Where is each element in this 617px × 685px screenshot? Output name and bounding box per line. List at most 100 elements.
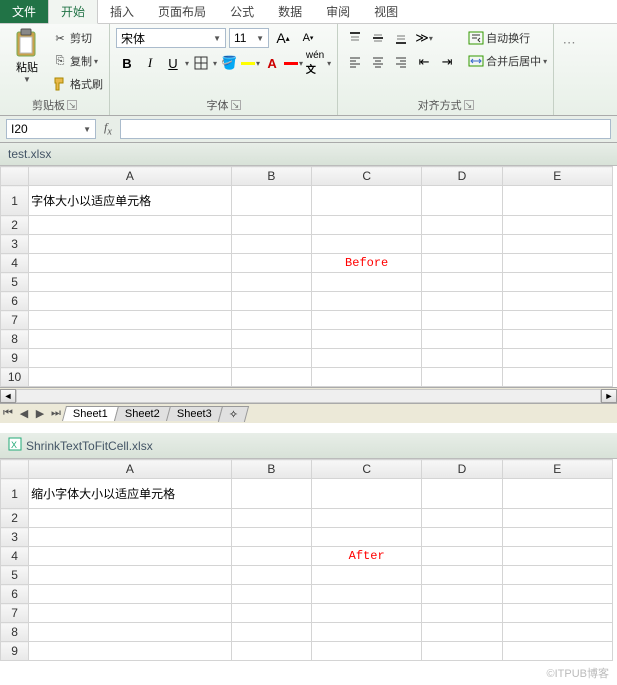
cell[interactable] — [422, 254, 502, 273]
cell[interactable] — [311, 349, 421, 368]
cell[interactable] — [231, 479, 311, 509]
italic-button[interactable]: I — [139, 52, 161, 74]
cell[interactable] — [311, 273, 421, 292]
tab-nav-prev[interactable]: ◀ — [16, 407, 32, 420]
cell[interactable] — [502, 235, 612, 254]
cell[interactable] — [422, 235, 502, 254]
cell[interactable] — [502, 604, 612, 623]
cell[interactable] — [29, 566, 232, 585]
cell[interactable] — [311, 528, 421, 547]
font-launcher-icon[interactable]: ↘ — [231, 100, 241, 110]
number-format-button[interactable]: ⋯ — [560, 32, 578, 54]
cell[interactable] — [231, 330, 311, 349]
cell[interactable] — [422, 604, 502, 623]
cell[interactable] — [502, 273, 612, 292]
cell[interactable] — [502, 186, 612, 216]
row-header[interactable]: 5 — [1, 273, 29, 292]
row-header[interactable]: 4 — [1, 254, 29, 273]
paste-dropdown-icon[interactable]: ▼ — [23, 75, 31, 84]
cell[interactable] — [29, 254, 232, 273]
col-header[interactable]: E — [502, 167, 612, 186]
cell[interactable] — [231, 509, 311, 528]
cell[interactable] — [502, 349, 612, 368]
cell[interactable] — [29, 623, 232, 642]
cell[interactable] — [231, 235, 311, 254]
cell[interactable] — [29, 235, 232, 254]
tab-layout[interactable]: 页面布局 — [146, 0, 218, 23]
row-header[interactable]: 8 — [1, 330, 29, 349]
cell[interactable] — [422, 547, 502, 566]
cell[interactable] — [422, 330, 502, 349]
tab-nav-next[interactable]: ▶ — [32, 407, 48, 420]
cell[interactable] — [502, 547, 612, 566]
cell[interactable] — [231, 216, 311, 235]
decrease-indent-button[interactable]: ⇤ — [413, 51, 435, 73]
align-bottom-button[interactable] — [390, 27, 412, 49]
cell[interactable] — [502, 254, 612, 273]
cell[interactable] — [502, 368, 612, 387]
wrap-text-button[interactable]: 自动换行 — [468, 27, 547, 49]
tab-file[interactable]: 文件 — [0, 0, 48, 23]
sheet-tab-3[interactable]: Sheet3 — [166, 406, 223, 421]
increase-indent-button[interactable]: ⇥ — [436, 51, 458, 73]
copy-button[interactable]: ⎘ 复制▾ — [52, 50, 103, 72]
col-header[interactable]: D — [422, 167, 502, 186]
align-middle-button[interactable] — [367, 27, 389, 49]
cell[interactable] — [231, 547, 311, 566]
tab-insert[interactable]: 插入 — [98, 0, 146, 23]
cell[interactable] — [29, 528, 232, 547]
formula-bar[interactable] — [120, 119, 611, 139]
increase-font-button[interactable]: A▴ — [272, 27, 294, 49]
align-launcher-icon[interactable]: ↘ — [464, 100, 474, 110]
cell[interactable] — [422, 311, 502, 330]
font-size-select[interactable]: 11▼ — [229, 28, 269, 48]
row-header[interactable]: 1 — [1, 479, 29, 509]
cell[interactable] — [231, 254, 311, 273]
col-header[interactable]: B — [231, 460, 311, 479]
row-header[interactable]: 2 — [1, 216, 29, 235]
row-header[interactable]: 9 — [1, 642, 29, 661]
select-all-corner[interactable] — [1, 460, 29, 479]
border-button[interactable] — [190, 52, 212, 74]
cell[interactable] — [502, 528, 612, 547]
cell[interactable] — [422, 509, 502, 528]
cell[interactable] — [311, 330, 421, 349]
clipboard-launcher-icon[interactable]: ↘ — [67, 100, 77, 110]
cell[interactable] — [29, 216, 232, 235]
cell[interactable] — [422, 479, 502, 509]
cell[interactable] — [422, 623, 502, 642]
orientation-button[interactable]: ≫▾ — [413, 27, 435, 49]
cell[interactable] — [231, 186, 311, 216]
align-right-button[interactable] — [390, 51, 412, 73]
row-header[interactable]: 9 — [1, 349, 29, 368]
cell[interactable] — [29, 311, 232, 330]
cell[interactable] — [231, 273, 311, 292]
cell[interactable] — [502, 479, 612, 509]
tab-data[interactable]: 数据 — [266, 0, 314, 23]
cell[interactable] — [311, 186, 421, 216]
cell-a1-shrink[interactable]: 缩小字体大小以适应单元格 — [29, 479, 232, 509]
doc1-hscroll[interactable]: ◄► — [0, 387, 617, 403]
tab-formula[interactable]: 公式 — [218, 0, 266, 23]
cell[interactable] — [422, 292, 502, 311]
cell[interactable] — [311, 292, 421, 311]
cell[interactable] — [311, 235, 421, 254]
cell[interactable] — [311, 585, 421, 604]
cell[interactable] — [231, 349, 311, 368]
name-box[interactable]: I20▼ — [6, 119, 96, 139]
cell[interactable] — [311, 509, 421, 528]
cell[interactable] — [502, 585, 612, 604]
row-header[interactable]: 1 — [1, 186, 29, 216]
cell[interactable] — [422, 186, 502, 216]
tab-view[interactable]: 视图 — [362, 0, 410, 23]
doc1-grid[interactable]: A B C D E 1字体大小以适应单元格 2 3 4Before 5 6 7 … — [0, 166, 617, 387]
before-label[interactable]: Before — [311, 254, 421, 273]
cell[interactable] — [502, 566, 612, 585]
cell[interactable] — [422, 528, 502, 547]
align-center-button[interactable] — [367, 51, 389, 73]
cell[interactable] — [502, 216, 612, 235]
cell[interactable] — [29, 349, 232, 368]
cell[interactable] — [502, 642, 612, 661]
col-header[interactable]: D — [422, 460, 502, 479]
align-top-button[interactable] — [344, 27, 366, 49]
